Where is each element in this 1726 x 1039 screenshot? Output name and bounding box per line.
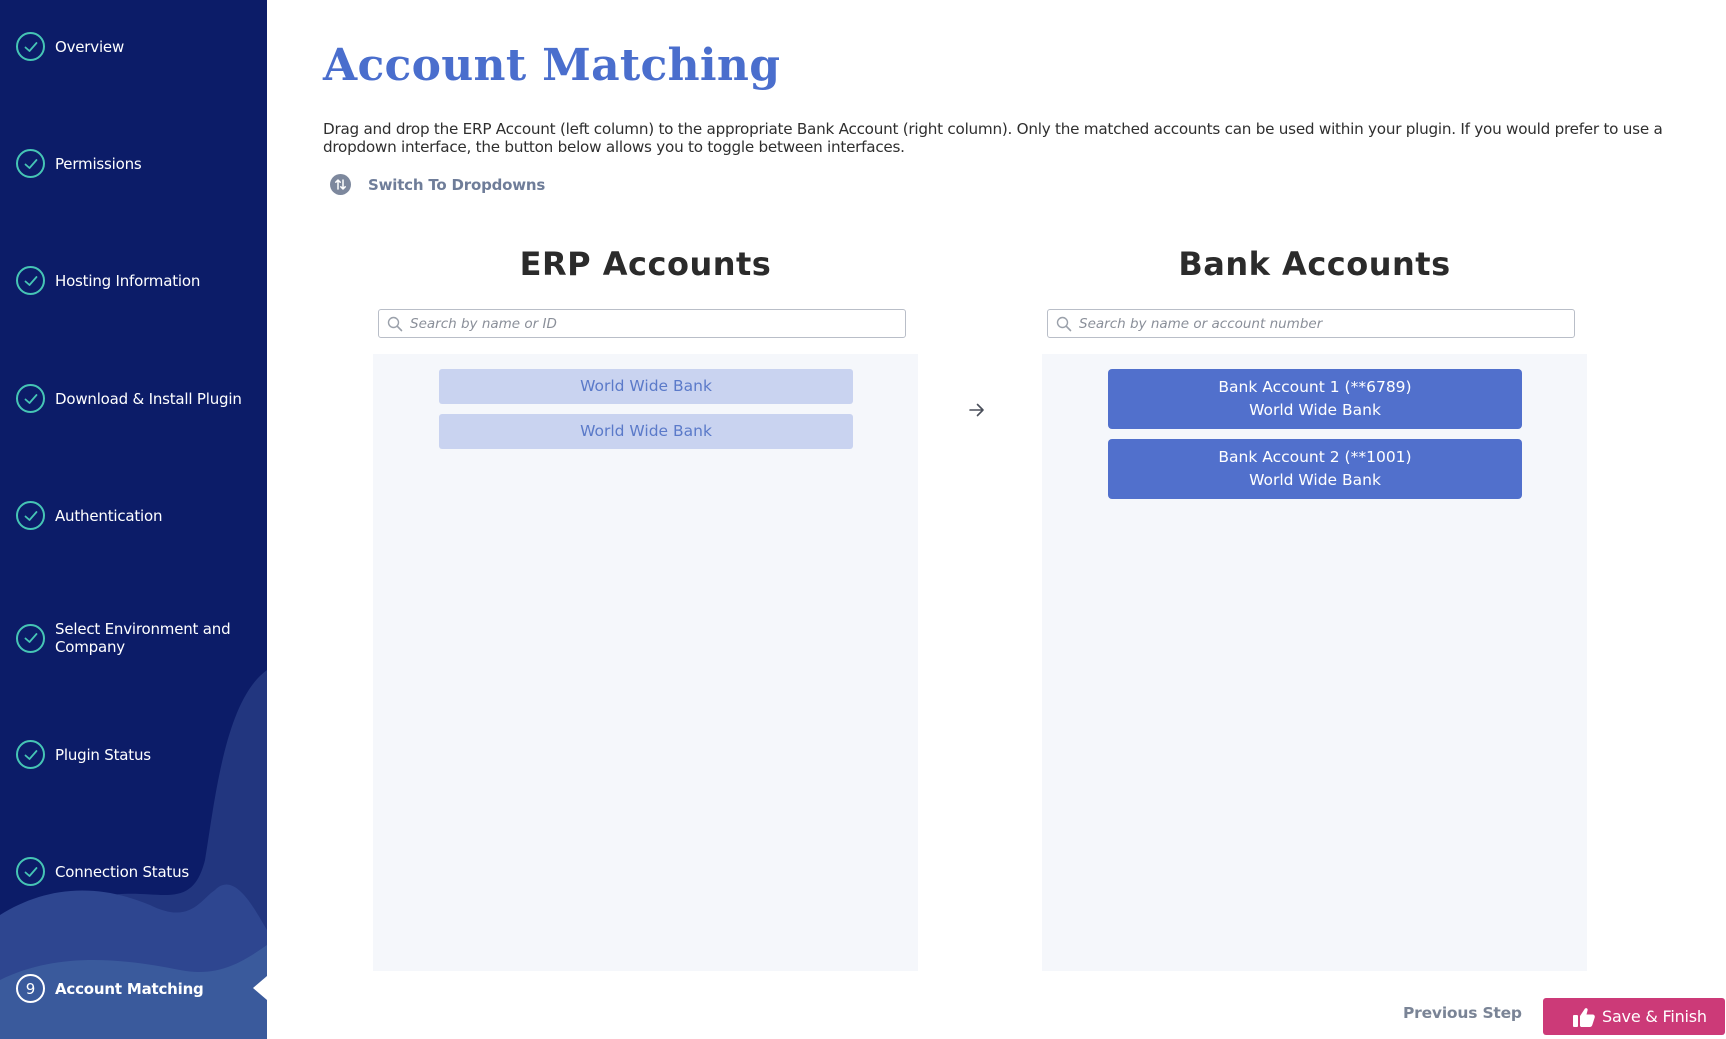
sidebar-step-account-matching[interactable]: 9 Account Matching [16,974,256,1003]
step-number-badge: 9 [16,974,45,1003]
sidebar-step-label: Plugin Status [55,745,151,764]
sidebar-step-authentication[interactable]: Authentication [16,501,256,530]
erp-search-box [378,309,906,338]
check-icon [16,149,45,178]
page-title: Account Matching [323,40,781,91]
sidebar-step-permissions[interactable]: Permissions [16,149,256,178]
bank-account-bank: World Wide Bank [1249,401,1381,419]
sidebar-step-download-install-plugin[interactable]: Download & Install Plugin [16,384,256,413]
erp-accounts-list: World Wide Bank World Wide Bank [373,354,918,971]
bank-account-name: Bank Account 1 (**6789) [1218,378,1412,396]
bank-account-drop-target[interactable]: Bank Account 1 (**6789) World Wide Bank [1108,369,1522,429]
sidebar-step-label: Select Environment and Company [55,620,231,656]
erp-accounts-heading: ERP Accounts [519,245,772,283]
bank-accounts-heading: Bank Accounts [1178,245,1451,283]
page-description: Drag and drop the ERP Account (left colu… [323,120,1663,156]
active-step-pointer [253,976,267,1000]
erp-account-item[interactable]: World Wide Bank [439,414,853,449]
bank-search-input[interactable] [1079,315,1553,332]
sidebar-step-label: Download & Install Plugin [55,389,242,408]
switch-to-dropdowns-button[interactable]: Switch To Dropdowns [330,174,545,195]
bank-account-bank: World Wide Bank [1249,471,1381,489]
main-content: Account Matching Drag and drop the ERP A… [267,0,1726,1039]
sidebar: Overview Permissions Hosting Information… [0,0,267,1039]
bank-account-name: Bank Account 2 (**1001) [1218,448,1412,466]
bank-account-drop-target[interactable]: Bank Account 2 (**1001) World Wide Bank [1108,439,1522,499]
sidebar-step-label: Overview [55,37,125,56]
switch-to-dropdowns-label: Switch To Dropdowns [368,175,546,194]
sidebar-step-label: Authentication [55,506,163,525]
check-icon [16,623,45,653]
sidebar-step-plugin-status[interactable]: Plugin Status [16,740,256,769]
thumbs-up-icon [1573,1007,1595,1027]
bank-search-box [1047,309,1575,338]
check-icon [16,740,45,769]
check-icon [16,501,45,530]
save-finish-button[interactable]: Save & Finish [1543,998,1725,1035]
erp-search-input[interactable] [410,315,884,332]
sidebar-step-connection-status[interactable]: Connection Status [16,857,256,886]
sidebar-step-select-environment-company[interactable]: Select Environment and Company [16,620,256,656]
erp-account-item[interactable]: World Wide Bank [439,369,853,404]
sidebar-step-label: Hosting Information [55,271,201,290]
search-icon [1056,316,1072,331]
sidebar-step-label: Connection Status [55,862,190,881]
swap-icon [330,174,351,195]
check-icon [16,857,45,886]
check-icon [16,32,45,61]
bank-accounts-list: Bank Account 1 (**6789) World Wide Bank … [1042,354,1587,971]
check-icon [16,266,45,295]
sidebar-step-overview[interactable]: Overview [16,32,256,61]
save-finish-label: Save & Finish [1602,1007,1707,1026]
previous-step-button[interactable]: Previous Step [1403,1004,1522,1022]
sidebar-step-label: Permissions [55,154,142,173]
search-icon [387,316,403,331]
check-icon [16,384,45,413]
sidebar-step-label: Account Matching [55,979,204,998]
sidebar-step-hosting-information[interactable]: Hosting Information [16,266,256,295]
arrow-right-icon [969,403,984,417]
